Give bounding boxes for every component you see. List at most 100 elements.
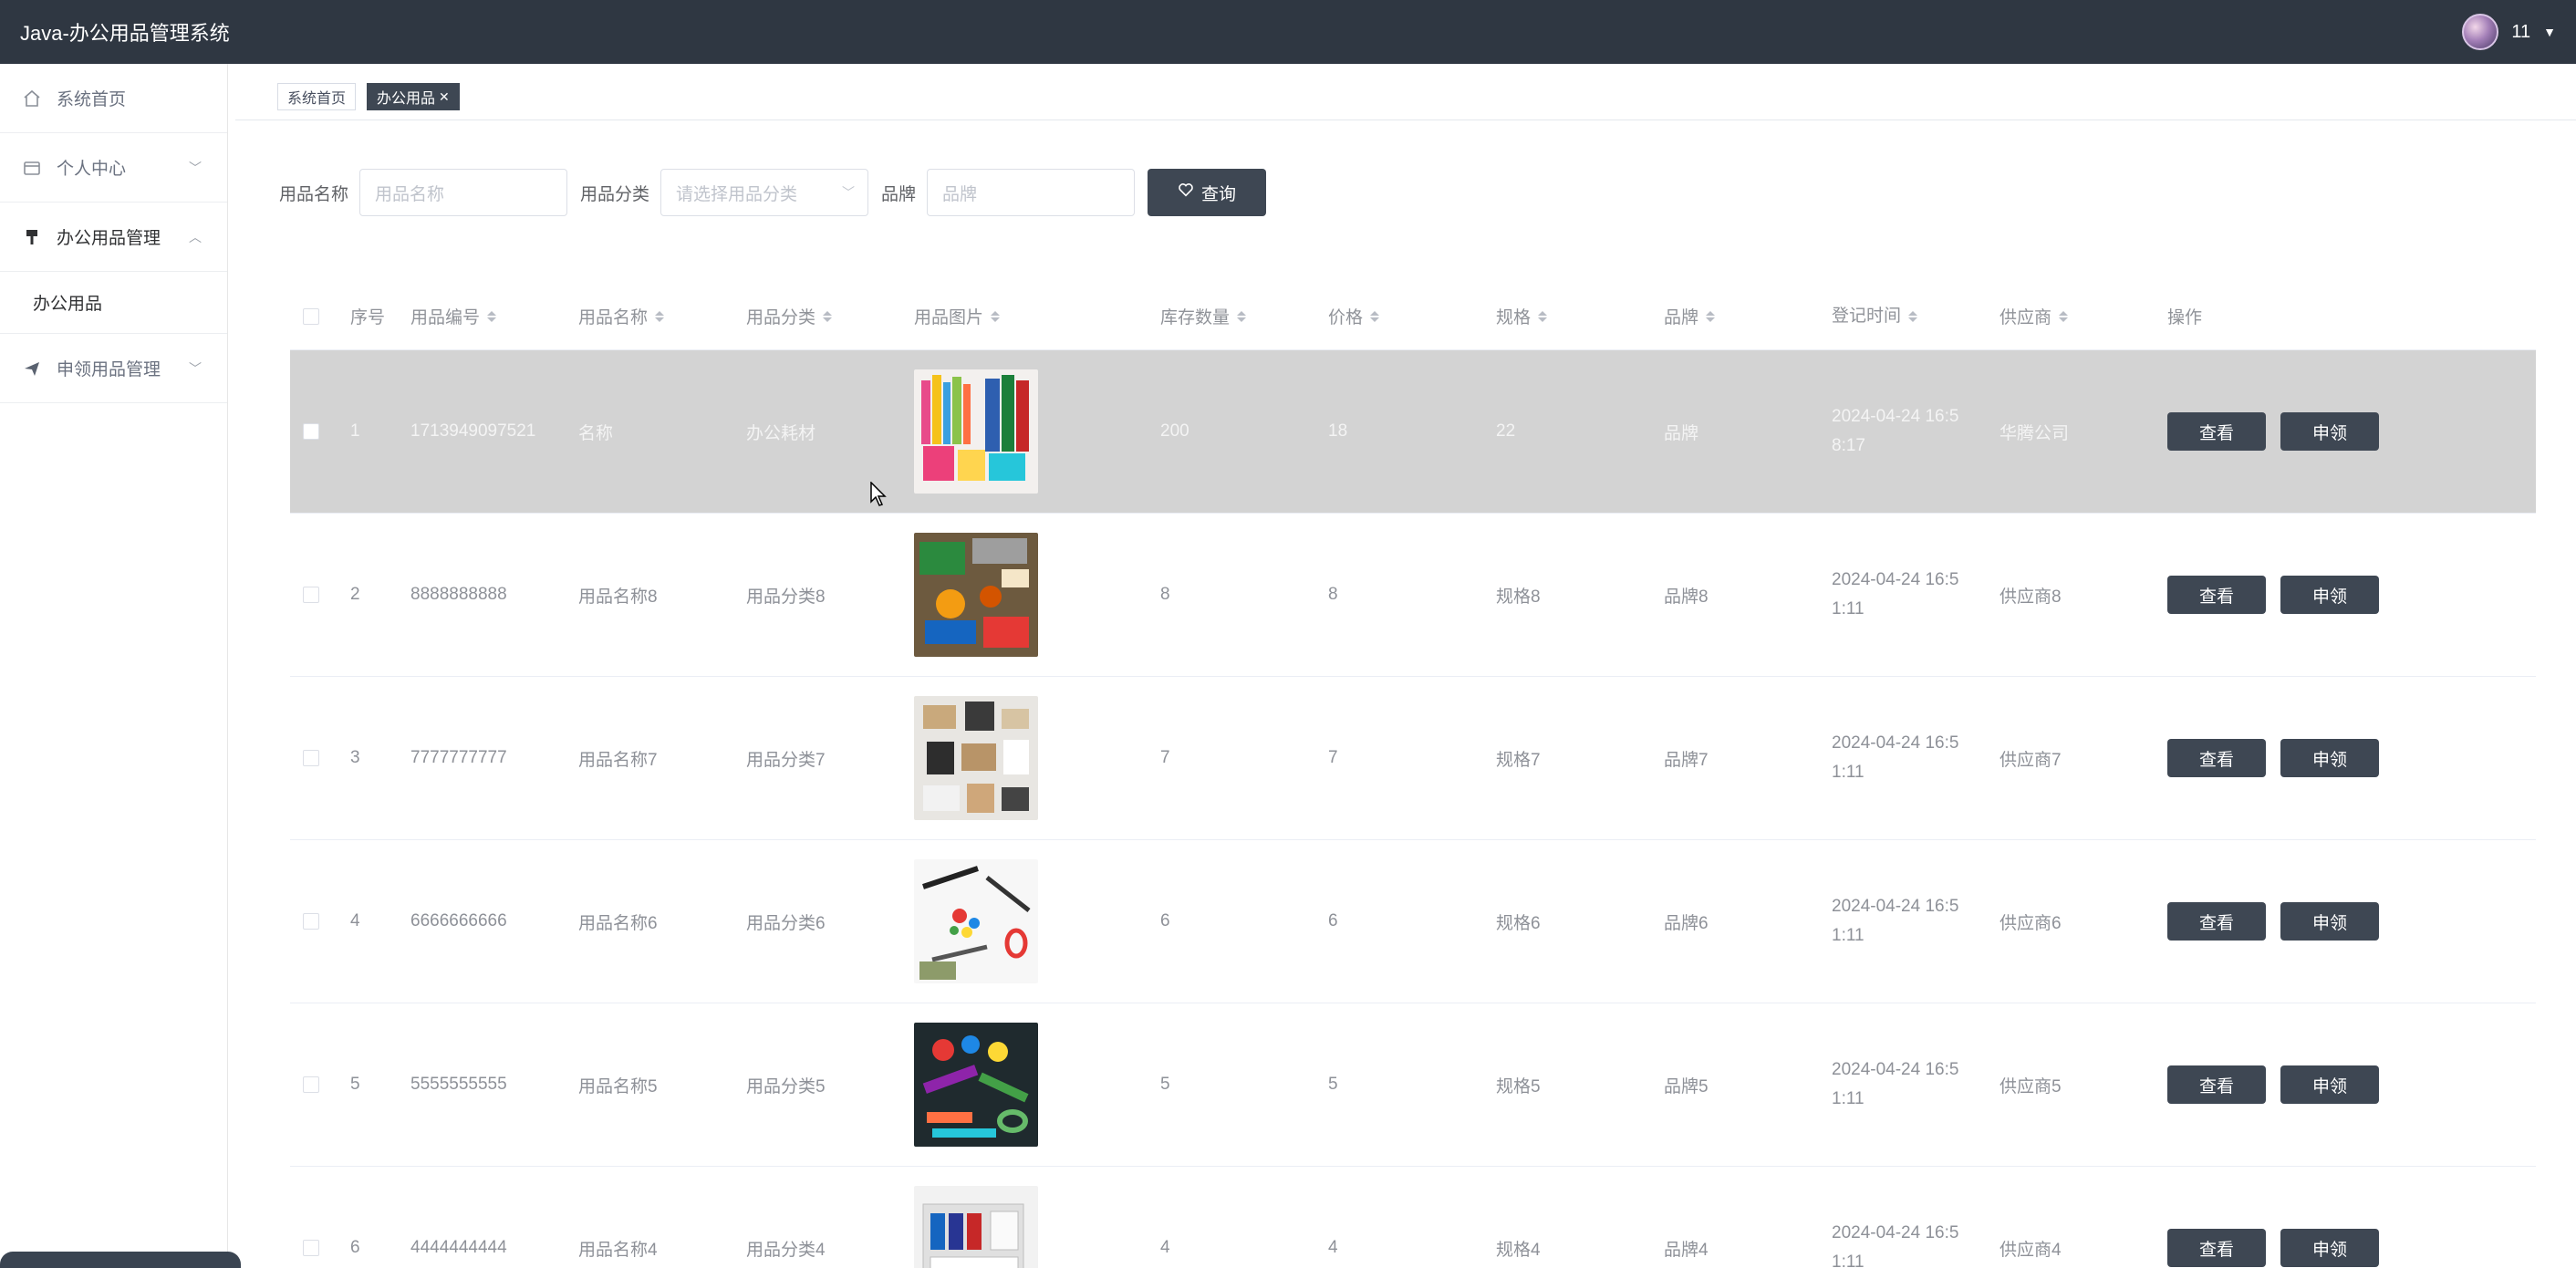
apply-button[interactable]: 申领 [2280, 412, 2379, 451]
cell-time: 2024-04-24 16:5 1:11 [1832, 566, 2000, 624]
sidebar-subitem-office-supplies[interactable]: 办公用品 [0, 272, 227, 334]
cell-stock: 5 [1160, 1075, 1170, 1094]
apply-button[interactable]: 申领 [2280, 902, 2379, 941]
row-checkbox[interactable] [303, 423, 319, 440]
cell-time: 2024-04-24 16:5 1:11 [1832, 892, 2000, 951]
header-price[interactable]: 价格 [1328, 304, 1496, 328]
name-placeholder: 用品名称 [375, 184, 445, 204]
row-checkbox[interactable] [303, 750, 319, 766]
sort-icon[interactable] [2059, 310, 2069, 322]
apply-button[interactable]: 申领 [2280, 1065, 2379, 1104]
tag-office-supplies[interactable]: 办公用品 ✕ [367, 83, 460, 110]
header-supplier[interactable]: 供应商 [2000, 304, 2167, 328]
sidebar-item-label: 系统首页 [57, 90, 127, 109]
header-category[interactable]: 用品分类 [746, 304, 914, 328]
table-row[interactable]: 5 5555555555 用品名称5 用品分类5 5 5 规格5 品牌5 202… [290, 1003, 2536, 1167]
cell-category: 用品分类6 [746, 913, 826, 933]
product-image[interactable] [914, 1023, 1038, 1147]
table-row[interactable]: 3 7777777777 用品名称7 用品分类7 7 7 规格7 品牌7 202… [290, 677, 2536, 840]
brand-input[interactable]: 品牌 [927, 169, 1136, 216]
cell-index: 3 [350, 748, 360, 767]
table-row[interactable]: 1 1713949097521 名称 办公耗材 200 18 22 品牌 202… [290, 350, 2536, 514]
header-brand[interactable]: 品牌 [1664, 304, 1832, 328]
cell-price: 6 [1328, 911, 1338, 930]
tag-home[interactable]: 系统首页 [277, 83, 357, 110]
product-image[interactable] [914, 369, 1038, 494]
sort-icon[interactable] [991, 310, 1001, 322]
cell-code: 1713949097521 [410, 421, 536, 441]
view-button[interactable]: 查看 [2167, 739, 2266, 777]
header-image[interactable]: 用品图片 [914, 304, 1160, 328]
sort-icon[interactable] [1908, 310, 1918, 322]
sort-icon[interactable] [655, 310, 665, 322]
user-name[interactable]: 11 [2511, 22, 2530, 43]
cell-code: 5555555555 [410, 1075, 507, 1094]
sort-icon[interactable] [487, 310, 497, 322]
category-label: 用品分类 [580, 184, 650, 204]
cell-stock: 8 [1160, 585, 1170, 604]
cell-spec: 规格4 [1496, 1240, 1541, 1260]
header-stock[interactable]: 库存数量 [1160, 304, 1328, 328]
apply-button[interactable]: 申领 [2280, 1229, 2379, 1267]
sidebar-item-requisition[interactable]: 申领用品管理 ﹀ [0, 334, 227, 403]
cell-brand: 品牌6 [1664, 913, 1709, 933]
product-image[interactable] [914, 696, 1038, 820]
table-row[interactable]: 2 8888888888 用品名称8 用品分类8 8 8 规格8 品牌8 202… [290, 514, 2536, 677]
paper-plane-icon [22, 359, 42, 379]
sort-icon[interactable] [823, 310, 833, 322]
sidebar-item-office-supplies[interactable]: 办公用品管理 ︿ [0, 203, 227, 272]
apply-button[interactable]: 申领 [2280, 739, 2379, 777]
search-button[interactable]: 查询 [1148, 169, 1267, 216]
sort-icon[interactable] [1370, 310, 1380, 322]
product-image[interactable] [914, 533, 1038, 657]
header-time[interactable]: 登记时间 [1832, 302, 2000, 331]
select-all-checkbox[interactable] [303, 307, 319, 325]
sidebar-collapse-handle[interactable] [0, 1252, 241, 1268]
row-checkbox[interactable] [303, 913, 319, 930]
cell-stock: 4 [1160, 1238, 1170, 1257]
time-line: 2024-04-24 16:5 [1832, 1060, 1959, 1079]
sidebar-item-home[interactable]: 系统首页 [0, 64, 227, 133]
caret-down-icon[interactable]: ▼ [2543, 25, 2556, 39]
row-checkbox[interactable] [303, 1240, 319, 1256]
user-menu[interactable]: 11 ▼ [2462, 14, 2556, 50]
view-button[interactable]: 查看 [2167, 1065, 2266, 1104]
sidebar-item-personal[interactable]: 个人中心 ﹀ [0, 133, 227, 203]
table-row[interactable]: 6 4444444444 用品名称4 用品分类4 4 4 规格4 品牌4 202… [290, 1167, 2536, 1268]
product-image[interactable] [914, 1186, 1038, 1268]
sort-icon[interactable] [1237, 310, 1247, 322]
row-checkbox[interactable] [303, 587, 319, 603]
cell-name: 名称 [578, 423, 614, 443]
header-name[interactable]: 用品名称 [578, 304, 746, 328]
sort-icon[interactable] [1706, 310, 1716, 322]
category-select[interactable]: 请选择用品分类 ﹀ [660, 169, 869, 216]
cell-name: 用品名称7 [578, 750, 658, 770]
row-checkbox[interactable] [303, 1076, 319, 1093]
header-index: 序号 [350, 308, 386, 327]
sort-icon[interactable] [1538, 310, 1548, 322]
top-bar: Java-办公用品管理系统 11 ▼ [0, 0, 2576, 64]
view-button[interactable]: 查看 [2167, 576, 2266, 614]
cell-name: 用品名称4 [578, 1240, 658, 1260]
cell-index: 2 [350, 585, 360, 604]
view-button[interactable]: 查看 [2167, 412, 2266, 451]
view-button[interactable]: 查看 [2167, 902, 2266, 941]
cell-brand: 品牌7 [1664, 750, 1709, 770]
cell-name: 用品名称5 [578, 1076, 658, 1097]
name-input[interactable]: 用品名称 [359, 169, 568, 216]
cell-index: 4 [350, 911, 360, 930]
view-button[interactable]: 查看 [2167, 1229, 2266, 1267]
apply-button[interactable]: 申领 [2280, 576, 2379, 614]
time-line: 1:11 [1832, 1089, 1864, 1108]
cell-category: 办公耗材 [746, 423, 816, 443]
product-image[interactable] [914, 859, 1038, 983]
time-line: 8:17 [1832, 436, 1865, 455]
table-row[interactable]: 4 6666666666 用品名称6 用品分类6 6 6 规格6 品牌6 202… [290, 840, 2536, 1003]
close-icon[interactable]: ✕ [439, 89, 450, 105]
header-code[interactable]: 用品编号 [410, 304, 578, 328]
header-spec[interactable]: 规格 [1496, 304, 1664, 328]
time-line: 2024-04-24 16:5 [1832, 570, 1959, 589]
brush-icon [22, 227, 42, 247]
avatar[interactable] [2462, 14, 2499, 50]
cell-price: 7 [1328, 748, 1338, 767]
